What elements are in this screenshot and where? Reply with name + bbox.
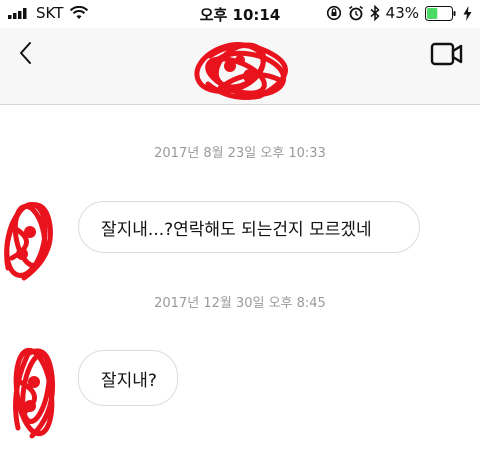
video-call-button[interactable]	[430, 40, 464, 68]
status-right: 43%	[326, 4, 472, 22]
message-timestamp: 2017년 8월 23일 오후 10:33	[154, 146, 326, 161]
message-timestamp: 2017년 12월 30일 오후 8:45	[154, 296, 326, 311]
back-button[interactable]	[12, 38, 42, 68]
contact-avatar-redacted[interactable]	[190, 36, 294, 104]
status-bar: SKT 오후 10:14 43%	[0, 0, 480, 28]
chat-header	[0, 28, 480, 105]
video-camera-icon	[430, 42, 463, 66]
message-bubble[interactable]: 잘지내?	[78, 350, 178, 406]
charging-bolt-icon	[463, 5, 472, 21]
message-text: 잘지내...?연락해도 되는건지 모르겠네	[101, 219, 372, 240]
message-text: 잘지내?	[101, 370, 157, 391]
sender-avatar-redacted[interactable]	[6, 342, 64, 442]
battery-icon	[425, 5, 456, 21]
battery-fill	[427, 7, 438, 19]
alarm-icon	[348, 5, 363, 21]
sender-avatar-redacted[interactable]	[0, 198, 58, 284]
rotation-lock-icon	[326, 5, 341, 21]
bluetooth-icon	[370, 5, 380, 21]
battery-percent: 43%	[385, 4, 419, 22]
message-bubble[interactable]: 잘지내...?연락해도 되는건지 모르겠네	[78, 201, 420, 253]
chevron-left-icon	[20, 42, 31, 64]
